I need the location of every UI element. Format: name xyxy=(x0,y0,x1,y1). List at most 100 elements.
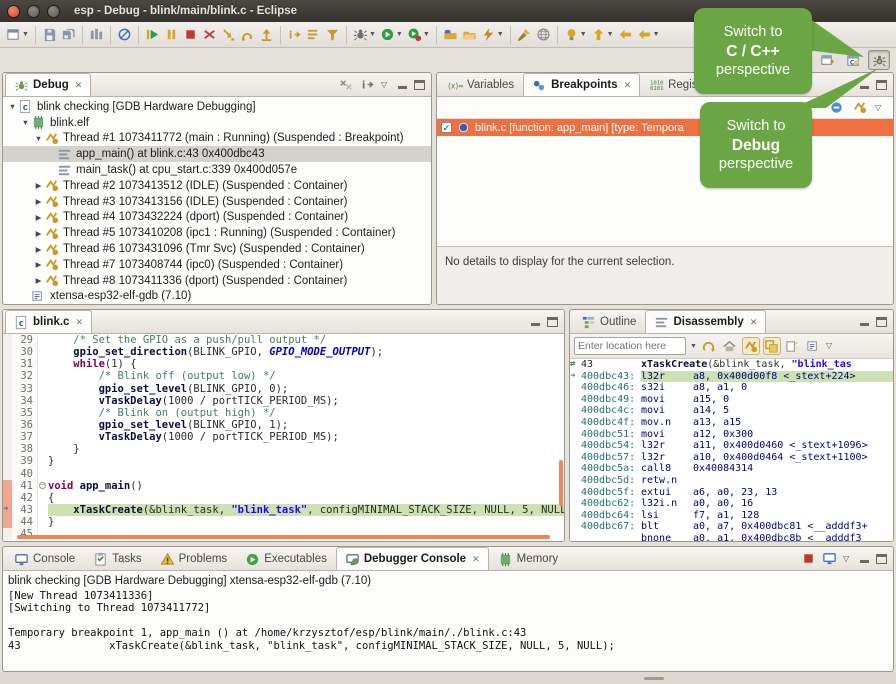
editor-line[interactable]: 38 } xyxy=(3,443,564,455)
display-selected-console-icon[interactable] xyxy=(822,551,837,566)
skip-all-breakpoints-icon[interactable] xyxy=(115,24,134,46)
disassembly-row[interactable]: 400dbc46:s32ia8, a1, 0 xyxy=(570,382,893,394)
dropdown-icon[interactable]: ▼ xyxy=(607,31,614,38)
step-over-icon[interactable] xyxy=(238,24,257,46)
line-number[interactable]: 40 xyxy=(12,468,38,480)
open-db-folder-icon[interactable] xyxy=(441,24,460,46)
disassembly-row[interactable]: ➔400dbc43:l32ra8, 0x400d00f8 <_stext+224… xyxy=(570,371,893,383)
tree-expander-icon[interactable]: ▶ xyxy=(33,260,44,269)
maximize-icon[interactable] xyxy=(547,317,558,327)
debug-tree-row[interactable]: ▼blink.elf xyxy=(3,115,431,131)
editor-horizontal-scrollbar[interactable] xyxy=(17,535,550,539)
line-number[interactable]: 33 xyxy=(12,383,38,395)
code-line-text[interactable]: } xyxy=(48,516,564,528)
dropdown-icon[interactable]: ▼ xyxy=(22,31,29,38)
editor-line[interactable]: ➔43 xTaskCreate(&blink_task, "blink_task… xyxy=(3,504,564,516)
maximize-icon[interactable] xyxy=(414,80,425,90)
disassembly-row[interactable]: 400dbc4f:mov.na13, a15 xyxy=(570,417,893,429)
launch-icon[interactable]: ▼ xyxy=(479,24,506,46)
code-line-text[interactable]: vTaskDelay(1000 / portTICK_PERIOD_MS); xyxy=(48,395,564,407)
tab-blink-c[interactable]: c blink.c ✕ xyxy=(5,310,92,333)
editor-marker-bar[interactable] xyxy=(3,358,12,370)
maximize-icon[interactable] xyxy=(876,554,887,564)
debug-tree-row[interactable]: main_task() at cpu_start.c:339 0x400d057… xyxy=(3,162,431,178)
current-instruction-pointer-icon[interactable]: ➔ xyxy=(3,504,12,516)
new-wizard-icon[interactable]: ▼ xyxy=(4,24,31,46)
save-icon[interactable] xyxy=(40,24,59,46)
debug-tree-row[interactable]: ▶Thread #6 1073431096 (Tmr Svc) (Suspend… xyxy=(3,241,431,257)
terminate-icon[interactable] xyxy=(181,24,200,46)
debug-tree-row[interactable]: app_main() at blink.c:43 0x400dbc43 xyxy=(3,146,431,162)
tab-close-icon[interactable]: ✕ xyxy=(624,80,632,91)
location-input[interactable] xyxy=(574,337,686,355)
tab-outline[interactable]: Outline xyxy=(572,310,645,333)
tab-memory[interactable]: Memory xyxy=(489,547,568,570)
use-step-filters-icon[interactable] xyxy=(304,24,323,46)
line-number[interactable]: 31 xyxy=(12,358,38,370)
editor-marker-bar[interactable] xyxy=(3,395,12,407)
tree-expander-icon[interactable]: ▶ xyxy=(33,213,44,222)
tab-close-icon[interactable]: ✕ xyxy=(75,80,83,91)
editor-line[interactable]: 33 gpio_set_level(BLINK_GPIO, 0); xyxy=(3,383,564,395)
tree-expander-icon[interactable]: ▼ xyxy=(33,134,44,143)
editor-marker-bar[interactable] xyxy=(3,419,12,431)
code-line-text[interactable]: /* Set the GPIO as a push/pull output */ xyxy=(48,334,564,346)
code-line-text[interactable]: gpio_set_level(BLINK_GPIO, 1); xyxy=(48,419,564,431)
external-tools-icon[interactable]: ▼ xyxy=(405,24,432,46)
line-number[interactable]: 39 xyxy=(12,455,38,467)
debug-tree-row[interactable]: ▶Thread #3 1073413156 (IDLE) (Suspended … xyxy=(3,194,431,210)
code-line-text[interactable]: /* Blink off (output low) */ xyxy=(48,370,564,382)
editor-line[interactable]: 44} xyxy=(3,516,564,528)
line-number[interactable]: 43 xyxy=(12,504,38,516)
save-all-icon[interactable] xyxy=(59,24,78,46)
disassembly-row[interactable]: 400dbc62:l32i.na0, a0, 16 xyxy=(570,498,893,510)
line-number[interactable]: 34 xyxy=(12,395,38,407)
tab-disassembly[interactable]: Disassembly✕ xyxy=(645,310,766,333)
code-line-text[interactable]: } xyxy=(48,455,564,467)
line-number[interactable]: 35 xyxy=(12,407,38,419)
minimize-icon[interactable] xyxy=(859,80,870,90)
run-icon[interactable]: ▼ xyxy=(378,24,405,46)
maximize-icon[interactable] xyxy=(876,80,887,90)
line-number[interactable]: 38 xyxy=(12,443,38,455)
disassembly-row[interactable]: 400dbc51:movia12, 0x300 xyxy=(570,429,893,441)
dropdown-icon[interactable]: ▼ xyxy=(497,31,504,38)
tab-debug[interactable]: Debug ✕ xyxy=(5,73,91,96)
editor-marker-bar[interactable] xyxy=(3,443,12,455)
next-annotation-icon[interactable]: ▼ xyxy=(589,24,616,46)
open-folder-icon[interactable] xyxy=(460,24,479,46)
debug-tree-row[interactable]: ▼cblink checking [GDB Hardware Debugging… xyxy=(3,99,431,115)
debug-icon[interactable]: ▼ xyxy=(351,24,378,46)
tab-close-icon[interactable]: ✕ xyxy=(75,317,83,328)
instruction-step-toggle-icon[interactable]: i xyxy=(360,77,375,92)
line-number[interactable]: 44 xyxy=(12,516,38,528)
disassembly-listing[interactable]: ⇄43xTaskCreate(&blink_task, "blink_tas➔4… xyxy=(570,359,893,541)
editor-marker-bar[interactable] xyxy=(3,431,12,443)
tree-expander-icon[interactable]: ▼ xyxy=(7,102,18,111)
code-line-text[interactable]: while(1) { xyxy=(48,358,564,370)
disassembly-row[interactable]: 400dbc57:l32ra10, 0x400d0464 <_stext+110… xyxy=(570,452,893,464)
code-line-text[interactable]: gpio_set_level(BLINK_GPIO, 0); xyxy=(48,383,564,395)
debug-perspective-button[interactable] xyxy=(868,50,890,70)
editor-vertical-scrollbar[interactable] xyxy=(559,460,563,506)
breakpoints-view-menu-icon[interactable]: ▽ xyxy=(875,103,885,113)
location-dropdown-icon[interactable]: ▼ xyxy=(690,343,697,350)
dropdown-icon[interactable]: ▼ xyxy=(580,31,587,38)
tree-expander-icon[interactable]: ▼ xyxy=(20,118,31,127)
disassembly-row[interactable]: 400dbc54:l32ra11, 0x400d0460 <_stext+109… xyxy=(570,440,893,452)
editor-line[interactable]: 29 /* Set the GPIO as a push/pull output… xyxy=(3,334,564,346)
line-number[interactable]: 37 xyxy=(12,431,38,443)
editor-marker-bar[interactable] xyxy=(3,407,12,419)
back-icon[interactable]: ▼ xyxy=(635,24,662,46)
window-maximize-button[interactable] xyxy=(47,5,60,18)
editor-line[interactable]: 32 /* Blink off (output low) */ xyxy=(3,370,564,382)
tab-variables[interactable]: (x)=Variables xyxy=(439,73,523,96)
view-menu-icon[interactable]: ▽ xyxy=(381,80,391,90)
tab-close-icon[interactable]: ✕ xyxy=(750,317,758,328)
debug-tree-row[interactable]: ▼Thread #1 1073411772 (main : Running) (… xyxy=(3,131,431,147)
code-line-text[interactable]: } xyxy=(48,443,564,455)
line-number[interactable]: 29 xyxy=(12,334,38,346)
cpp-perspective-button[interactable]: C xyxy=(842,50,864,70)
sync-source-icon[interactable] xyxy=(763,337,781,355)
minimize-icon[interactable] xyxy=(397,80,408,90)
